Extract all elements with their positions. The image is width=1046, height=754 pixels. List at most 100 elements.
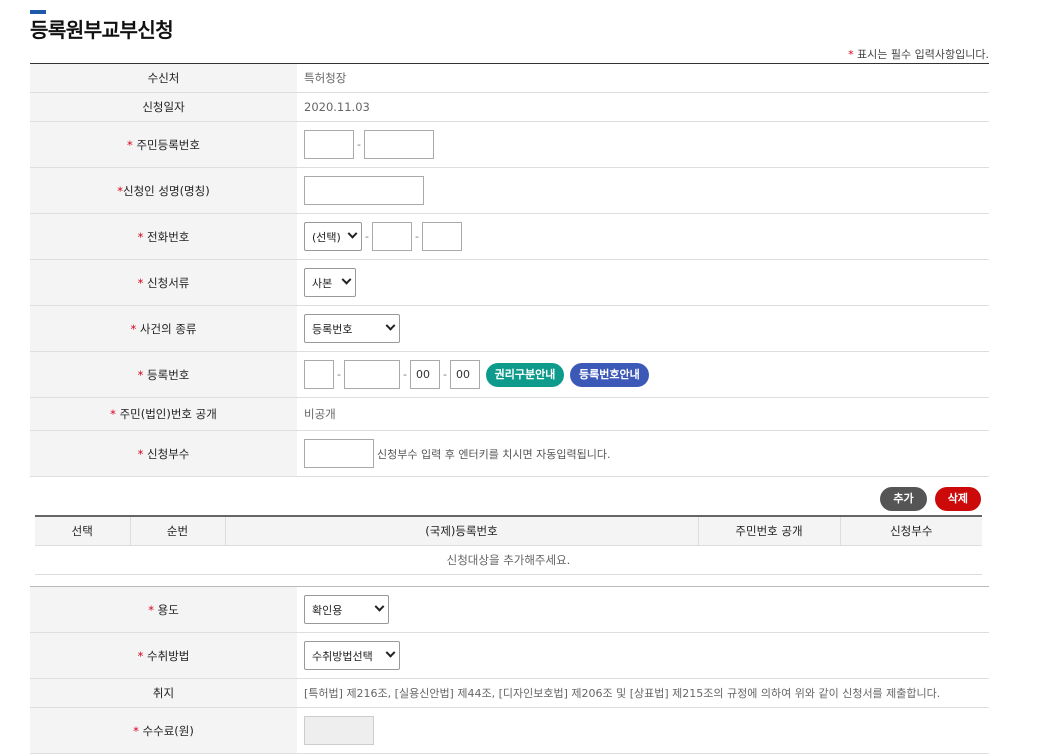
doc-type-select[interactable]: 사본 (304, 268, 356, 297)
list-empty-row: 신청대상을 추가해주세요. (35, 545, 982, 575)
reg-no-label: 등록번호 (147, 367, 190, 382)
chevron-down-icon (385, 647, 396, 658)
required-mark: * (137, 648, 144, 663)
list-empty-message: 신청대상을 추가해주세요. (35, 545, 982, 575)
copies-label: 신청부수 (147, 446, 190, 461)
page-title: 등록원부교부신청 (30, 18, 174, 42)
recipient-value: 특허청장 (297, 63, 989, 93)
rrn-back-input[interactable] (363, 130, 434, 159)
col-select: 선택 (35, 515, 130, 546)
row-phone: * 전화번호 (선택) - - (30, 213, 989, 260)
row-apply-date: 신청일자 2020.11.03 (30, 92, 989, 122)
required-mark: * (127, 137, 133, 152)
phone-area-value: (선택) (312, 230, 341, 244)
row-reg-no: * 등록번호 - - - 권리구분안내 등록번호안내 (30, 351, 989, 398)
application-form: 수신처 특허청장 신청일자 2020.11.03 * 주민등록번호 - *신청인… (30, 63, 989, 477)
regno-guide-button[interactable]: 등록번호안내 (570, 362, 649, 387)
recipient-label: 수신처 (30, 63, 297, 93)
col-reg-no: (국제)등록번호 (224, 515, 698, 546)
copies-input[interactable] (304, 439, 374, 468)
apply-date-label: 신청일자 (30, 92, 297, 122)
reg-no-part1-input[interactable] (304, 360, 334, 389)
reg-no-part3-input[interactable] (409, 360, 440, 389)
doc-type-fields: 사본 (297, 259, 989, 306)
purport-label: 취지 (30, 678, 297, 708)
fee-label-cell: * 수수료(원) (30, 707, 297, 754)
application-form-bottom: * 용도 확인용 * 수취방법 수취방법선택 취지 [특허법] 제216조, [… (30, 586, 989, 754)
purpose-label-cell: * 용도 (30, 586, 297, 633)
required-note: * 표시는 필수 입력사항입니다. (848, 46, 989, 62)
rrn-public-label-cell: * 주민(법인)번호 공개 (30, 397, 297, 431)
required-mark: * (137, 446, 144, 461)
row-fee: * 수수료(원) (30, 707, 989, 754)
col-copies: 신청부수 (839, 515, 982, 546)
row-receive: * 수취방법 수취방법선택 (30, 632, 989, 679)
phone-label: 전화번호 (147, 229, 190, 244)
case-type-select[interactable]: 등록번호 (304, 314, 400, 343)
fee-input (304, 716, 374, 745)
rrn-separator: - (357, 138, 361, 151)
add-button[interactable]: 추가 (880, 487, 927, 511)
reg-no-part4-input[interactable] (449, 360, 480, 389)
receive-value: 수취방법선택 (312, 649, 373, 663)
copies-label-cell: * 신청부수 (30, 430, 297, 477)
fee-fields (297, 707, 989, 754)
rrn-public-label: 주민(법인)번호 공개 (119, 407, 217, 421)
purpose-fields: 확인용 (297, 586, 989, 633)
rrn-front-input[interactable] (304, 130, 354, 159)
col-seq: 순번 (129, 515, 225, 546)
chevron-down-icon (341, 274, 352, 285)
applicant-name-input[interactable] (304, 176, 424, 205)
phone-mid-input[interactable] (371, 222, 412, 251)
reg-no-separator: - (402, 368, 407, 381)
receive-fields: 수취방법선택 (297, 632, 989, 679)
purpose-label: 용도 (157, 602, 179, 617)
doc-type-label-cell: * 신청서류 (30, 259, 297, 306)
target-list-table: 선택 순번 (국제)등록번호 주민번호 공개 신청부수 신청대상을 추가해주세요… (35, 515, 982, 575)
receive-label-cell: * 수취방법 (30, 632, 297, 679)
copies-hint: 신청부수 입력 후 엔터키를 치시면 자동입력됩니다. (377, 447, 611, 461)
rrn-fields: - (297, 121, 989, 168)
required-mark: * (110, 407, 116, 421)
case-type-label: 사건의 종류 (139, 321, 197, 336)
reg-no-separator: - (337, 368, 341, 381)
apply-date-value: 2020.11.03 (297, 92, 989, 122)
row-rrn: * 주민등록번호 - (30, 121, 989, 168)
row-case-type: * 사건의 종류 등록번호 (30, 305, 989, 352)
purpose-value: 확인용 (312, 603, 343, 617)
delete-button[interactable]: 삭제 (934, 487, 981, 511)
rrn-label: 주민등록번호 (136, 137, 200, 152)
fee-label: 수수료(원) (142, 723, 194, 738)
row-purport: 취지 [특허법] 제216조, [실용신안법] 제44조, [디자인보호법] 제… (30, 678, 989, 708)
phone-area-select[interactable]: (선택) (304, 222, 362, 251)
required-mark: * (137, 367, 144, 382)
reg-no-fields: - - - 권리구분안내 등록번호안내 (297, 351, 989, 398)
chevron-down-icon (374, 601, 385, 612)
doc-type-value: 사본 (312, 276, 333, 290)
case-type-value: 등록번호 (312, 322, 353, 336)
rrn-label-cell: * 주민등록번호 (30, 121, 297, 168)
phone-separator: - (365, 230, 369, 243)
required-mark: * (137, 275, 144, 290)
reg-no-part2-input[interactable] (343, 360, 400, 389)
reg-no-separator: - (442, 368, 447, 381)
doc-type-label: 신청서류 (147, 275, 190, 290)
phone-fields: (선택) - - (297, 213, 989, 260)
list-actions: 추가 삭제 (877, 487, 981, 511)
applicant-name-fields (297, 167, 989, 214)
receive-select[interactable]: 수취방법선택 (304, 641, 400, 670)
phone-separator: - (414, 230, 419, 243)
reg-no-label-cell: * 등록번호 (30, 351, 297, 398)
required-mark: * (130, 321, 137, 336)
case-type-label-cell: * 사건의 종류 (30, 305, 297, 352)
phone-last-input[interactable] (421, 222, 462, 251)
row-rrn-public: * 주민(법인)번호 공개 비공개 (30, 397, 989, 431)
case-type-fields: 등록번호 (297, 305, 989, 352)
purport-value: [특허법] 제216조, [실용신안법] 제44조, [디자인보호법] 제206… (297, 678, 989, 708)
rights-guide-button[interactable]: 권리구분안내 (485, 362, 565, 387)
purpose-select[interactable]: 확인용 (304, 595, 389, 624)
applicant-name-label-cell: *신청인 성명(명칭) (30, 167, 297, 214)
row-applicant-name: *신청인 성명(명칭) (30, 167, 989, 214)
required-mark: * (133, 723, 139, 738)
col-rrn-public: 주민번호 공개 (697, 515, 840, 546)
